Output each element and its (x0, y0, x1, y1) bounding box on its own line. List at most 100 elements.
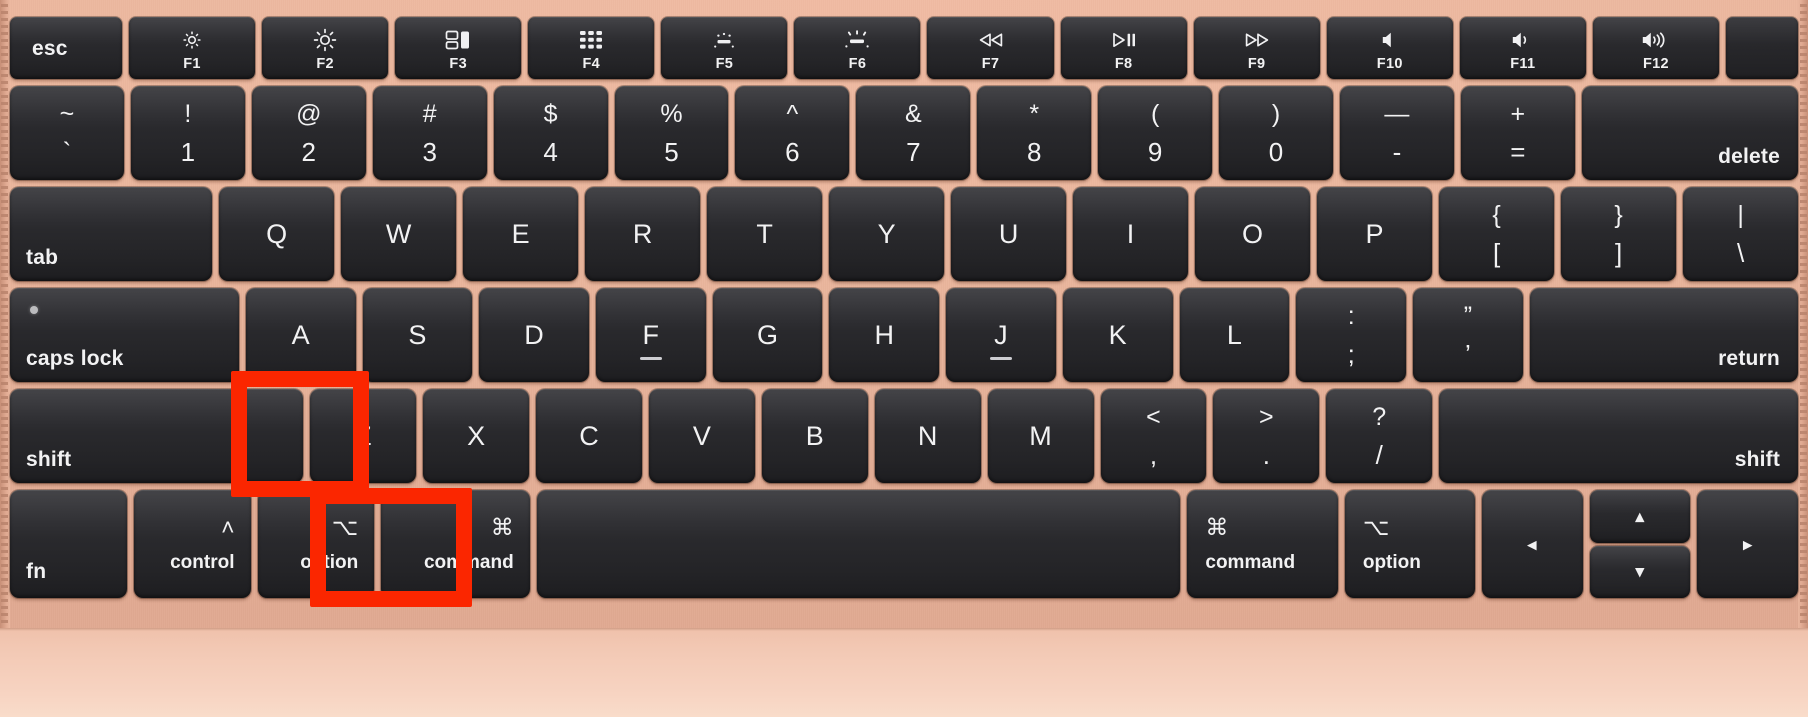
key-period[interactable]: > . (1213, 389, 1320, 483)
key-g[interactable]: G (712, 288, 823, 382)
key-minus[interactable]: — - (1339, 86, 1454, 180)
key-caps-lock[interactable]: caps lock (10, 288, 239, 382)
key-j[interactable]: J (946, 288, 1056, 382)
key-touch-id-power[interactable] (1725, 17, 1798, 79)
key-f4[interactable]: F4 (528, 17, 655, 79)
key-l-label: L (1226, 319, 1243, 350)
key-v[interactable]: V (649, 389, 755, 483)
key-w[interactable]: W (341, 187, 457, 281)
key-c[interactable]: C (536, 389, 642, 483)
key-r-label: R (632, 218, 653, 249)
key-s[interactable]: S (362, 288, 473, 382)
key-t[interactable]: T (707, 187, 823, 281)
key-semicolon[interactable]: : ; (1296, 288, 1407, 382)
key-bracket-right[interactable]: } ] (1561, 187, 1677, 281)
key-j-label: J (994, 319, 1008, 350)
key-backslash[interactable]: | \ (1683, 187, 1799, 281)
key-quote[interactable]: ” ’ (1413, 288, 1523, 382)
key-f3[interactable]: F3 (395, 17, 522, 79)
key-7-label: 7 (906, 136, 921, 167)
key-arrow-left[interactable]: ◂ (1481, 490, 1583, 598)
key-shift-left[interactable]: shift (10, 389, 304, 483)
key-f12[interactable]: F12 (1592, 17, 1719, 79)
key-tab[interactable]: tab (10, 187, 213, 281)
key-5[interactable]: % 5 (614, 86, 729, 180)
key-o-label: O (1242, 218, 1264, 249)
key-control-label: control (170, 552, 235, 573)
key-f7[interactable]: F7 (927, 17, 1054, 79)
brightness-down-icon (181, 29, 203, 51)
key-y-label: Y (877, 218, 896, 249)
key-f5[interactable]: F5 (661, 17, 788, 79)
key-0[interactable]: ) 0 (1219, 86, 1333, 180)
rewind-icon (977, 29, 1005, 51)
key-k[interactable]: K (1062, 288, 1173, 382)
key-fn[interactable]: fn (10, 490, 127, 598)
key-backslash-shift-label: | (1737, 200, 1744, 229)
key-option-left[interactable]: ⌥ option (257, 490, 375, 598)
key-return[interactable]: return (1529, 288, 1798, 382)
key-comma[interactable]: < , (1100, 389, 1207, 483)
key-1[interactable]: ! 1 (130, 86, 245, 180)
key-equal[interactable]: + = (1460, 86, 1575, 180)
key-command-right[interactable]: ⌘ command (1187, 490, 1338, 598)
key-7[interactable]: & 7 (856, 86, 971, 180)
key-3[interactable]: # 3 (372, 86, 487, 180)
key-d[interactable]: D (479, 288, 590, 382)
key-4[interactable]: $ 4 (493, 86, 608, 180)
key-2[interactable]: @ 2 (251, 86, 366, 180)
key-f10[interactable]: F10 (1326, 17, 1453, 79)
function-row: esc F1 F2 F3 F4 F5 F6 F7 F8 F9 F10 F11 F… (10, 17, 1798, 79)
key-arrow-up[interactable]: ▴ (1589, 490, 1691, 543)
key-i[interactable]: I (1073, 187, 1189, 281)
key-q[interactable]: Q (219, 187, 335, 281)
key-x[interactable]: X (423, 389, 530, 483)
key-f8[interactable]: F8 (1060, 17, 1187, 79)
key-backtick[interactable]: ~ ` (10, 86, 124, 180)
key-backtick-label: ` (62, 136, 72, 167)
key-f5-label: F5 (715, 55, 734, 72)
key-l[interactable]: L (1179, 288, 1290, 382)
key-command-left[interactable]: ⌘ command (381, 490, 530, 598)
key-f8-label: F8 (1114, 55, 1133, 72)
key-r[interactable]: R (585, 187, 701, 281)
key-f[interactable]: F (596, 288, 706, 382)
key-8[interactable]: * 8 (977, 86, 1092, 180)
key-control[interactable]: ˄ control (133, 490, 251, 598)
key-arrow-down[interactable]: ▾ (1589, 545, 1691, 598)
key-b-label: B (805, 420, 824, 451)
key-f1[interactable]: F1 (129, 17, 256, 79)
key-shift-right[interactable]: shift (1439, 389, 1799, 483)
key-p[interactable]: P (1317, 187, 1433, 281)
key-8-shift-label: * (1029, 99, 1040, 128)
key-space[interactable] (536, 490, 1181, 598)
key-option-right[interactable]: ⌥ option (1344, 490, 1475, 598)
key-f9[interactable]: F9 (1193, 17, 1320, 79)
key-e[interactable]: E (463, 187, 579, 281)
key-6[interactable]: ^ 6 (735, 86, 850, 180)
key-f2[interactable]: F2 (262, 17, 389, 79)
shift-row: shift Z X C V B N M < , > . ? / shift (10, 389, 1799, 483)
fast-forward-icon (1243, 29, 1271, 51)
key-delete[interactable]: delete (1581, 86, 1798, 180)
key-y[interactable]: Y (829, 187, 945, 281)
key-9[interactable]: ( 9 (1098, 86, 1213, 180)
key-a[interactable]: A (245, 288, 356, 382)
palm-rest (0, 628, 1808, 717)
option-glyph-icon: ⌥ (1362, 514, 1390, 540)
key-arrow-right[interactable]: ▸ (1697, 490, 1799, 598)
control-caret-icon: ˄ (221, 514, 235, 540)
key-h[interactable]: H (829, 288, 940, 382)
key-bracket-left[interactable]: { [ (1439, 187, 1555, 281)
key-u[interactable]: U (951, 187, 1067, 281)
key-f11[interactable]: F11 (1459, 17, 1586, 79)
key-slash[interactable]: ? / (1326, 389, 1433, 483)
key-f6[interactable]: F6 (794, 17, 921, 79)
key-esc[interactable]: esc (10, 17, 122, 79)
key-z[interactable]: Z (310, 389, 417, 483)
key-b[interactable]: B (761, 389, 868, 483)
key-o[interactable]: O (1195, 187, 1311, 281)
key-m[interactable]: M (987, 389, 1094, 483)
key-n[interactable]: N (874, 389, 981, 483)
speaker-grille-right (1800, 4, 1807, 624)
